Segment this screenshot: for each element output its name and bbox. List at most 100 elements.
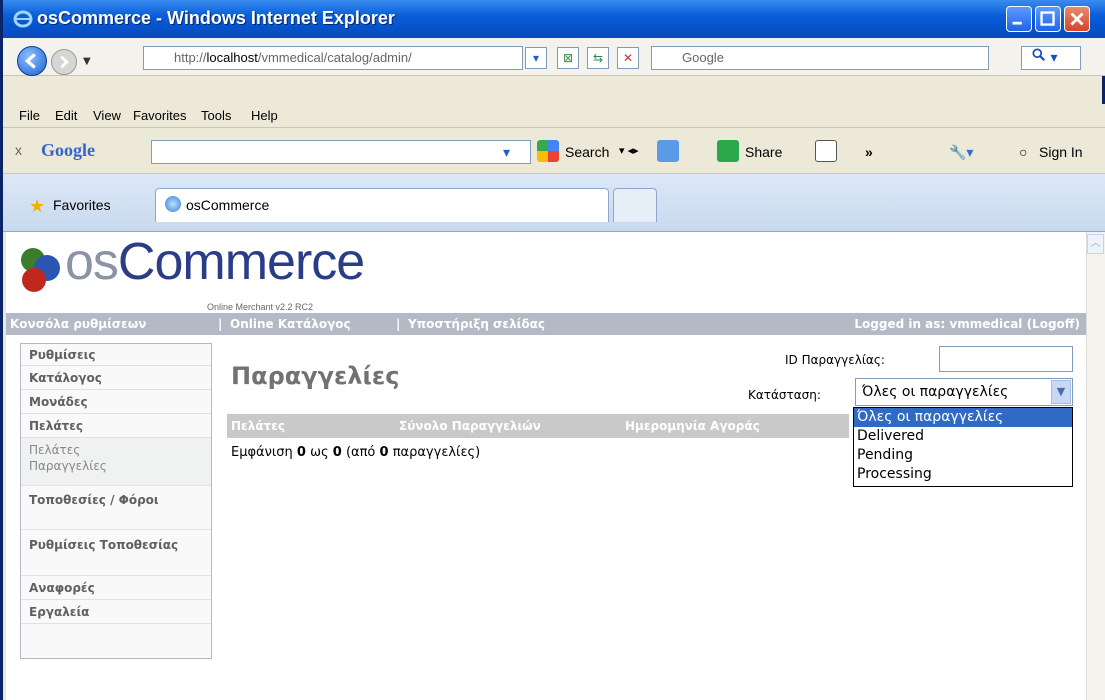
search-input[interactable]: Google xyxy=(651,46,989,70)
admin-header-nav: Κονσόλα ρυθμίσεων | Online Κατάλογος | Υ… xyxy=(6,313,1086,335)
search-icon xyxy=(1032,48,1046,62)
google-search-icon[interactable] xyxy=(537,140,559,162)
favorites-button[interactable]: Favorites xyxy=(53,197,111,213)
logo-os: os xyxy=(65,233,119,291)
orders-table-header: Πελάτες Σύνολο Παραγγελιών Ημερομηνία Αγ… xyxy=(227,414,849,438)
menu-help[interactable]: Help xyxy=(251,108,278,123)
status-option-pending[interactable]: Pending xyxy=(854,446,1072,465)
page-title: Παραγγελίες xyxy=(231,362,400,390)
signin-circle-icon: ○ xyxy=(1019,144,1028,160)
window-title: osCommerce - Windows Internet Explorer xyxy=(37,8,395,28)
chevron-down-icon[interactable]: ▼ xyxy=(1051,380,1071,404)
sidebar-item-catalog[interactable]: Κατάλογος xyxy=(21,366,211,390)
column-date-purchased: Ημερομηνία Αγοράς xyxy=(625,419,760,433)
summary-of-open: (από xyxy=(345,445,376,460)
close-icon xyxy=(1070,12,1084,26)
address-dropdown-button[interactable]: ▾ xyxy=(525,47,547,69)
status-label: Κατάσταση: xyxy=(748,388,821,402)
browser-window: osCommerce - Windows Internet Explorer ▼… xyxy=(0,0,1105,700)
ie-logo-icon xyxy=(13,10,33,28)
status-option-processing[interactable]: Processing xyxy=(854,465,1072,484)
nav-support-site[interactable]: Υποστήριξη σελίδας xyxy=(408,317,545,331)
menu-edit[interactable]: Edit xyxy=(55,108,77,123)
address-input[interactable]: http://localhost/vmmedical/catalog/admin… xyxy=(143,46,523,70)
add-bookmark-icon[interactable] xyxy=(657,140,679,162)
menu-favorites[interactable]: Favorites xyxy=(133,108,186,123)
nav-separator: | xyxy=(396,317,401,331)
logged-in-status[interactable]: Logged in as: vmmedical (Logoff) xyxy=(854,317,1080,331)
sidebar-item-configuration[interactable]: Ρυθμίσεις xyxy=(21,344,211,366)
oscommerce-logo-text: osCommerce xyxy=(65,232,365,292)
new-tab-button[interactable] xyxy=(613,188,657,222)
nav-online-catalog[interactable]: Online Κατάλογος xyxy=(230,317,351,331)
forward-button[interactable] xyxy=(51,49,77,75)
google-toolbar: x Google ▾ Search ▾ ◂▸ Share » 🔧▾ ○ Sign… xyxy=(3,128,1105,174)
google-input-dropdown-icon[interactable]: ▾ xyxy=(503,144,510,161)
column-customers: Πελάτες xyxy=(231,419,286,433)
close-window-button[interactable] xyxy=(1064,6,1090,32)
url-prefix: http:// xyxy=(174,50,207,65)
close-toolbar-button[interactable]: x xyxy=(15,142,22,158)
sidebar-item-modules[interactable]: Μονάδες xyxy=(21,390,211,414)
google-search-button[interactable]: Search xyxy=(565,144,609,160)
nav-admin-console[interactable]: Κονσόλα ρυθμίσεων xyxy=(10,317,146,331)
tab-oscommerce[interactable]: osCommerce xyxy=(155,188,609,222)
menu-view[interactable]: View xyxy=(93,108,121,123)
menu-tools[interactable]: Tools xyxy=(201,108,231,123)
status-option-delivered[interactable]: Delivered xyxy=(854,427,1072,446)
sidebar-item-locations-taxes[interactable]: Τοποθεσίες / Φόροι xyxy=(21,486,211,530)
sidebar-customers-submenu: Πελάτες Παραγγελίες xyxy=(21,438,211,486)
url-path: /vmmedical/catalog/admin/ xyxy=(257,50,412,65)
forward-arrow-icon xyxy=(60,55,69,69)
back-arrow-icon xyxy=(24,53,36,69)
status-option-all[interactable]: Όλες οι παραγγελίες xyxy=(854,408,1072,427)
summary-to: 0 xyxy=(332,445,342,460)
refresh-icon[interactable]: ⇆ xyxy=(587,47,609,69)
search-button[interactable]: ▾ xyxy=(1021,46,1081,70)
summary-total: 0 xyxy=(379,445,389,460)
sidebar-sub-orders[interactable]: Παραγγελίες xyxy=(29,458,211,474)
minimize-button[interactable] xyxy=(1006,6,1032,32)
status-dropdown-list: Όλες οι παραγγελίες Delivered Pending Pr… xyxy=(853,407,1073,487)
signin-button[interactable]: Sign In xyxy=(1039,144,1083,160)
history-dropdown-icon[interactable]: ▼ xyxy=(83,56,91,67)
title-bar: osCommerce - Windows Internet Explorer xyxy=(3,0,1105,38)
maximize-icon xyxy=(1040,11,1055,26)
maximize-button[interactable] xyxy=(1035,6,1061,32)
sidebar-item-localization[interactable]: Ρυθμίσεις Τοποθεσίας xyxy=(21,530,211,576)
oscommerce-logo-icon xyxy=(21,248,60,292)
sidebar-sub-customers[interactable]: Πελάτες xyxy=(29,442,211,458)
summary-prefix: Εμφάνιση xyxy=(231,445,293,460)
google-logo: Google xyxy=(41,140,95,160)
vertical-scrollbar[interactable] xyxy=(1086,232,1105,700)
minimize-icon xyxy=(1012,21,1022,25)
menu-file[interactable]: File xyxy=(19,108,40,123)
sidebar-item-reports[interactable]: Αναφορές xyxy=(21,576,211,600)
favorites-star-icon[interactable]: ★ xyxy=(29,196,45,217)
tab-ie-icon xyxy=(165,196,181,212)
scroll-up-arrow-icon[interactable]: ︿ xyxy=(1087,234,1104,254)
url-host: localhost xyxy=(206,50,258,65)
logo-subtitle: Online Merchant v2.2 RC2 xyxy=(207,302,314,312)
more-tools-button[interactable]: » xyxy=(865,144,873,160)
wrench-icon[interactable]: 🔧▾ xyxy=(949,144,973,161)
sidebar-item-tools[interactable]: Εργαλεία xyxy=(21,600,211,624)
share-icon[interactable] xyxy=(717,140,739,162)
admin-sidebar: Ρυθμίσεις Κατάλογος Μονάδες Πελάτες Πελά… xyxy=(20,343,212,659)
compatibility-icon[interactable]: ⊠ xyxy=(557,47,579,69)
column-order-total: Σύνολο Παραγγελιών xyxy=(399,419,541,433)
share-button[interactable]: Share xyxy=(745,144,782,160)
search-options-icon[interactable]: ▾ ◂▸ xyxy=(619,144,639,157)
summary-to-word: ως xyxy=(310,445,329,460)
results-summary: Εμφάνιση 0 ως 0 (από 0 παραγγελίες) xyxy=(231,445,480,460)
sidebar-toggle-icon[interactable] xyxy=(815,140,837,162)
stop-icon[interactable]: ✕ xyxy=(617,47,639,69)
order-id-input[interactable] xyxy=(939,346,1073,372)
logo-commerce: Commerce xyxy=(117,233,365,291)
status-select[interactable]: Όλες οι παραγγελίες xyxy=(855,378,1073,406)
menu-bar: File Edit View Favorites Tools Help xyxy=(3,104,1105,128)
sidebar-item-customers[interactable]: Πελάτες xyxy=(21,414,211,438)
nav-separator: | xyxy=(218,317,223,331)
back-button[interactable] xyxy=(17,46,47,76)
google-search-input[interactable] xyxy=(151,140,531,164)
